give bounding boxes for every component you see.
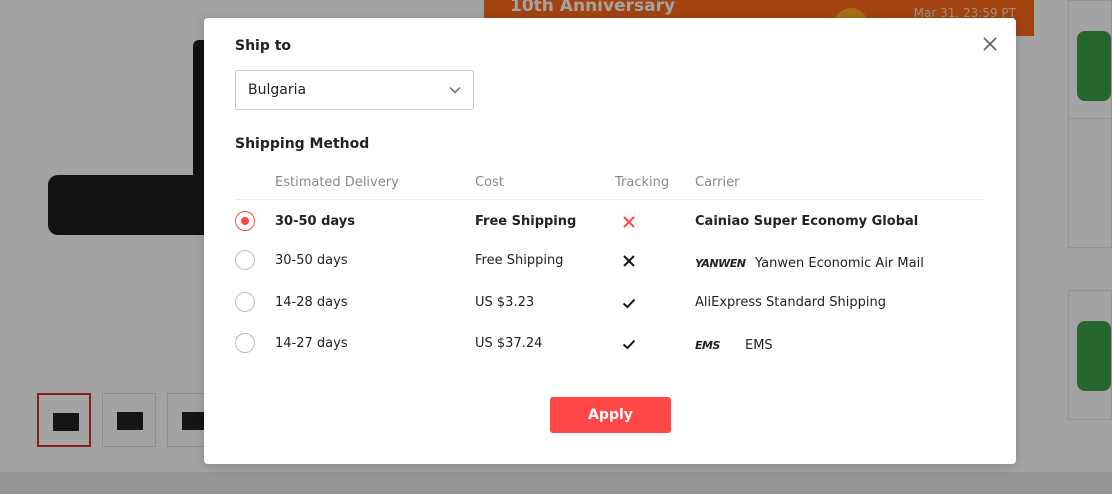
table-row[interactable]: 30-50 days Free Shipping Cainiao Super E… <box>235 202 985 240</box>
carrier-name: Yanwen Economic Air Mail <box>755 255 924 271</box>
ship-to-title: Ship to <box>235 38 292 54</box>
shipping-radio[interactable] <box>235 292 255 312</box>
delivery-time: 14-27 days <box>275 335 348 351</box>
shipping-method-title: Shipping Method <box>235 136 370 152</box>
shipping-radio[interactable] <box>235 333 255 353</box>
apply-button[interactable]: Apply <box>550 397 671 433</box>
cross-icon <box>623 255 635 267</box>
shipping-cost: US $3.23 <box>475 294 535 310</box>
shipping-radio[interactable] <box>235 250 255 270</box>
shipping-methods-table: Estimated Delivery Cost Tracking Carrier… <box>235 166 985 362</box>
header-tracking: Tracking <box>615 175 670 190</box>
yanwen-logo: YANWEN <box>695 256 746 270</box>
shipping-radio-selected[interactable] <box>235 211 255 231</box>
shipping-cost: Free Shipping <box>475 213 577 229</box>
check-icon <box>622 298 636 309</box>
table-header: Estimated Delivery Cost Tracking Carrier <box>235 166 985 200</box>
delivery-time: 30-50 days <box>275 252 348 268</box>
country-select-value: Bulgaria <box>248 82 307 98</box>
shipping-modal: Ship to Bulgaria Shipping Method Estimat… <box>204 18 1016 464</box>
table-row[interactable]: 14-27 days US $37.24 EMS EMS <box>235 324 985 362</box>
table-row[interactable]: 14-28 days US $3.23 AliExpress Standard … <box>235 280 985 324</box>
cross-icon <box>623 216 635 228</box>
chevron-down-icon <box>449 87 461 94</box>
delivery-time: 14-28 days <box>275 294 348 310</box>
close-icon[interactable] <box>980 34 1000 54</box>
carrier-name: EMS <box>745 337 773 353</box>
carrier-name: Cainiao Super Economy Global <box>695 213 919 229</box>
country-select[interactable]: Bulgaria <box>235 70 474 110</box>
header-cost: Cost <box>475 175 504 190</box>
table-row[interactable]: 30-50 days Free Shipping YANWEN Yanwen E… <box>235 240 985 280</box>
header-estimated-delivery: Estimated Delivery <box>275 175 399 190</box>
shipping-cost: US $37.24 <box>475 335 543 351</box>
header-carrier: Carrier <box>695 175 740 190</box>
ems-logo: EMS <box>695 338 720 352</box>
check-icon <box>622 339 636 350</box>
shipping-cost: Free Shipping <box>475 252 564 268</box>
carrier-name: AliExpress Standard Shipping <box>695 294 886 310</box>
delivery-time: 30-50 days <box>275 213 355 229</box>
